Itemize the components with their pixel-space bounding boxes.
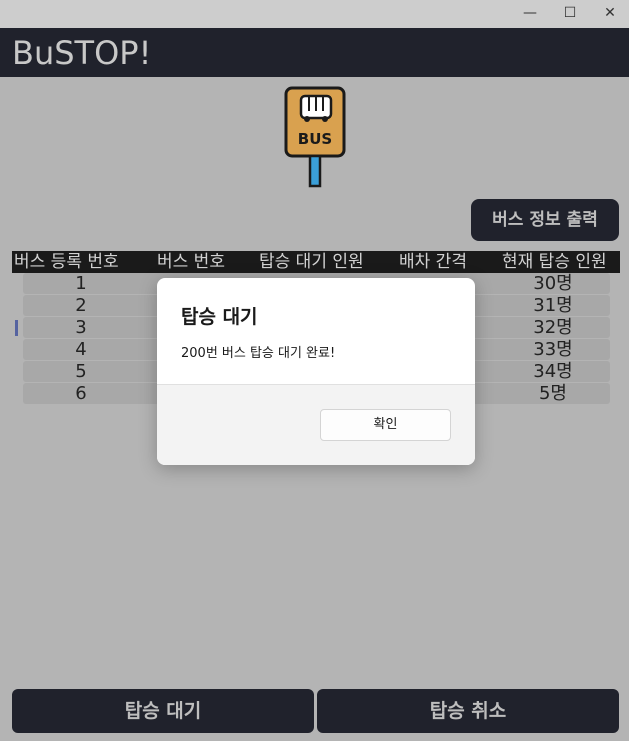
cell-current: 30명 bbox=[533, 273, 573, 294]
cell-reg-no: 5 bbox=[75, 361, 87, 382]
cell-reg-no: 4 bbox=[75, 339, 87, 360]
header-reg-no: 버스 등록 번호 bbox=[14, 252, 119, 272]
minimize-icon[interactable]: — bbox=[510, 0, 550, 26]
print-bus-info-button[interactable]: 버스 정보 출력 bbox=[471, 199, 619, 241]
board-cancel-button[interactable]: 탑승 취소 bbox=[317, 689, 619, 733]
board-wait-button[interactable]: 탑승 대기 bbox=[12, 689, 314, 733]
cell-reg-no: 1 bbox=[75, 273, 87, 294]
header-waiting: 탑승 대기 인원 bbox=[259, 252, 364, 272]
header-bus-no: 버스 번호 bbox=[157, 252, 225, 272]
window-titlebar: — ☐ ✕ bbox=[0, 0, 629, 28]
table-header: 버스 등록 번호 버스 번호 탑승 대기 인원 배차 간격 현재 탑승 인원 bbox=[12, 251, 620, 273]
dialog-message: 200번 버스 탑승 대기 완료! bbox=[181, 346, 336, 361]
app-header: BuSTOP! bbox=[0, 28, 629, 77]
focus-indicator bbox=[15, 320, 18, 336]
cell-current: 32명 bbox=[533, 317, 573, 338]
logo-bus-text: BUS bbox=[298, 130, 332, 148]
header-interval: 배차 간격 bbox=[399, 252, 467, 272]
cell-reg-no: 6 bbox=[75, 383, 87, 404]
cell-reg-no: 2 bbox=[75, 295, 87, 316]
close-icon[interactable]: ✕ bbox=[590, 0, 629, 26]
dialog-footer: 확인 bbox=[157, 384, 475, 465]
dialog-title: 탑승 대기 bbox=[181, 306, 258, 328]
cell-current: 33명 bbox=[533, 339, 573, 360]
app-title: BuSTOP! bbox=[12, 34, 152, 72]
cell-current: 5명 bbox=[538, 383, 567, 404]
ok-button[interactable]: 확인 bbox=[320, 409, 451, 441]
maximize-icon[interactable]: ☐ bbox=[550, 0, 590, 26]
cell-current: 34명 bbox=[533, 361, 573, 382]
cell-reg-no: 3 bbox=[75, 317, 87, 338]
header-current: 현재 탑승 인원 bbox=[502, 252, 607, 272]
cell-current: 31명 bbox=[533, 295, 573, 316]
bus-stop-icon: BUS bbox=[284, 86, 348, 188]
message-dialog: 탑승 대기 200번 버스 탑승 대기 완료! 확인 bbox=[157, 278, 475, 465]
